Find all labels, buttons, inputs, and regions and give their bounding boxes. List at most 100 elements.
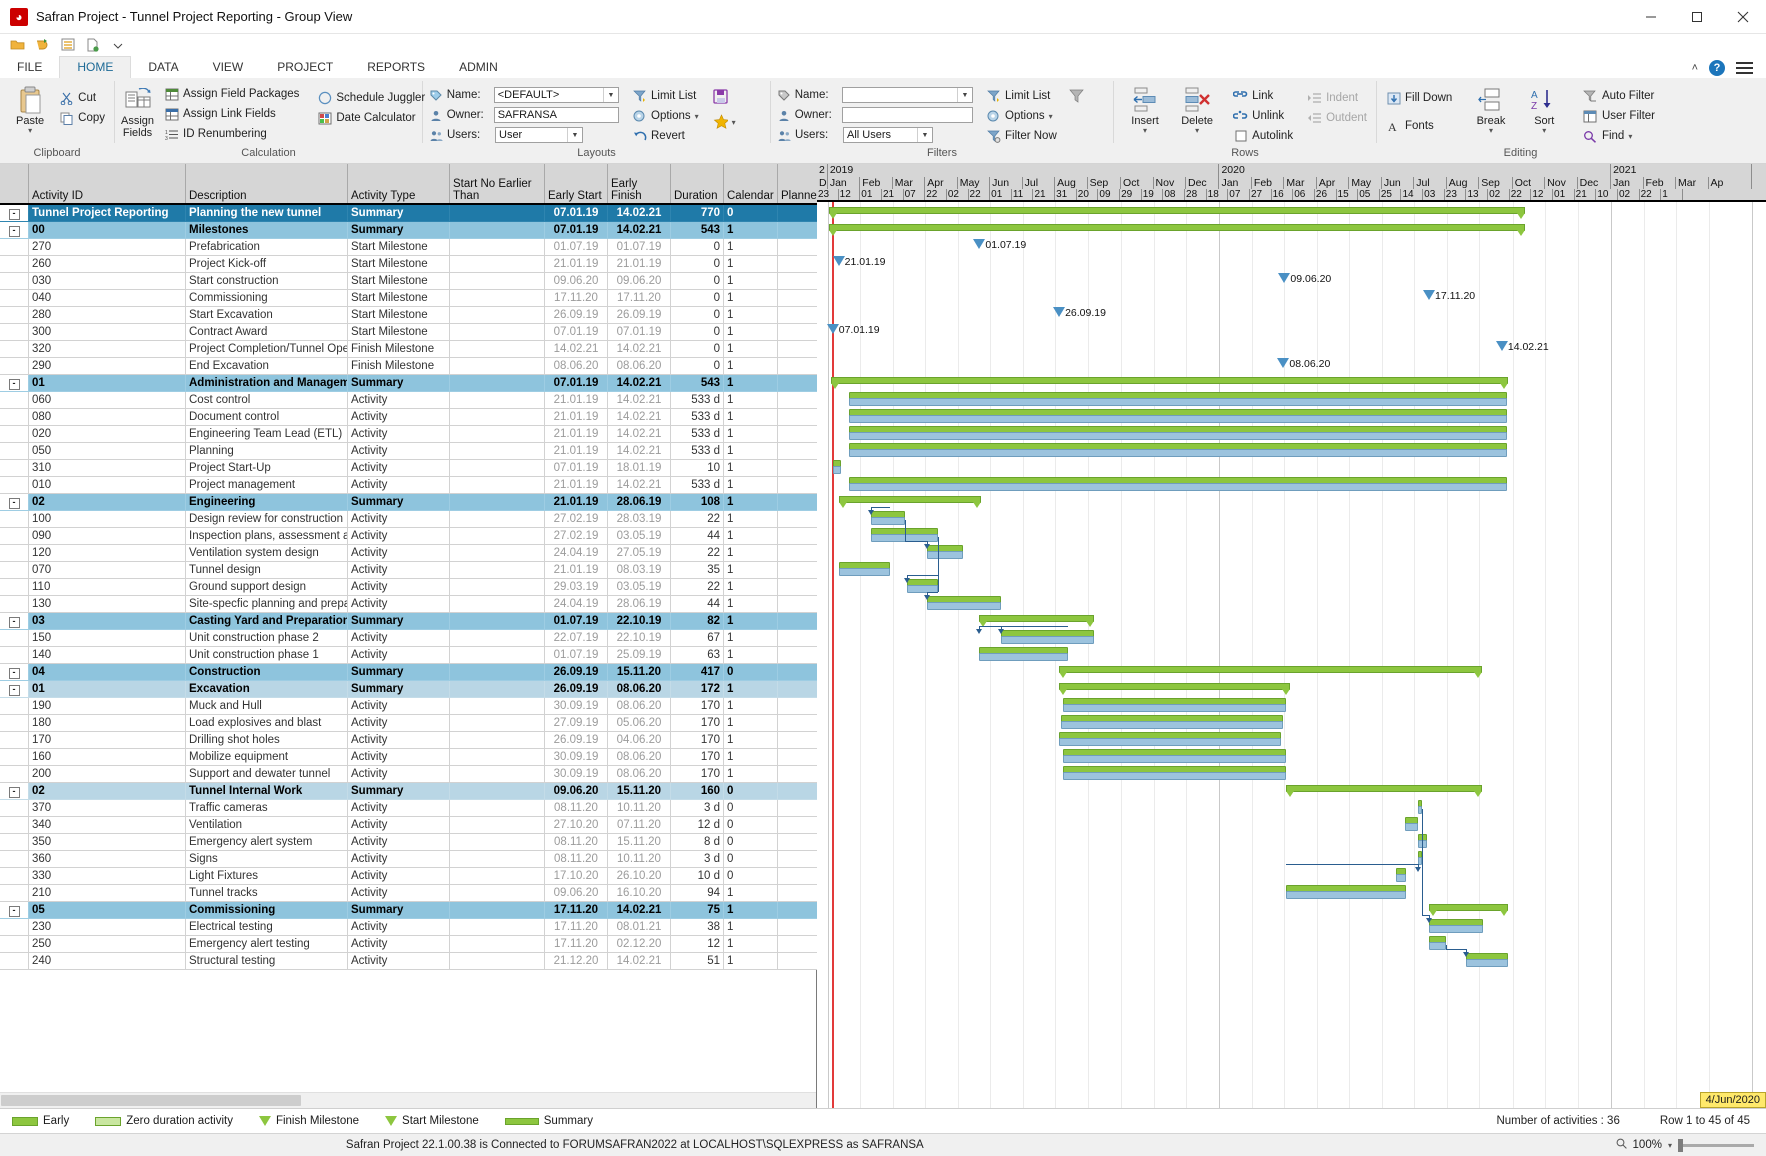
cell-activity-type[interactable]: Activity (347, 799, 450, 817)
cell-activity-id[interactable]: 240 (28, 952, 186, 970)
cell-early-start[interactable]: 24.04.19 (544, 544, 608, 562)
cell-early-finish[interactable]: 14.02.21 (607, 374, 671, 392)
cell-duration[interactable]: 533 d (670, 442, 724, 460)
cell-early-finish[interactable]: 04.06.20 (607, 731, 671, 749)
cell-activity-id[interactable]: 280 (28, 306, 186, 324)
table-row[interactable]: 110 Ground support design Activity 29.03.19… (0, 578, 860, 596)
table-row[interactable]: 250 Emergency alert testing Activity 17.11.… (0, 935, 860, 953)
gantt-milestone-marker[interactable] (832, 256, 845, 266)
cell-calendar[interactable]: 1 (723, 289, 778, 307)
cell-calendar[interactable]: 1 (723, 901, 778, 919)
cell-description[interactable]: Ventilation system design (185, 544, 348, 562)
cell-start-no-earlier-than[interactable] (449, 306, 545, 324)
cell-early-finish[interactable]: 16.10.20 (607, 884, 671, 902)
cell-activity-id[interactable]: 320 (28, 340, 186, 358)
cell-early-start[interactable]: 30.09.19 (544, 748, 608, 766)
row-expander-cell[interactable]: - (0, 782, 29, 800)
cell-early-start[interactable]: 24.04.19 (544, 595, 608, 613)
zoom-slider-handle[interactable] (1677, 1138, 1683, 1152)
cell-description[interactable]: Emergency alert system (185, 833, 348, 851)
cell-activity-id[interactable]: 350 (28, 833, 186, 851)
cell-calendar[interactable]: 1 (723, 442, 778, 460)
cell-activity-id[interactable]: 200 (28, 765, 186, 783)
table-row[interactable]: 300 Contract Award Start Milestone 07.01.19… (0, 323, 860, 341)
cell-description[interactable]: Project Completion/Tunnel Opening (185, 340, 348, 358)
cell-start-no-earlier-than[interactable] (449, 340, 545, 358)
cell-activity-type[interactable]: Activity (347, 442, 450, 460)
cell-activity-id[interactable]: 250 (28, 935, 186, 953)
cell-activity-type[interactable]: Activity (347, 714, 450, 732)
cell-duration[interactable]: 63 (670, 646, 724, 664)
cell-calendar[interactable]: 1 (723, 731, 778, 749)
gantt-milestone-marker[interactable] (973, 239, 986, 249)
row-expander-cell[interactable]: - (0, 612, 29, 630)
cell-activity-id[interactable]: 04 (28, 663, 186, 681)
cell-calendar[interactable]: 1 (723, 510, 778, 528)
delete-row-button[interactable]: Delete ▾ (1172, 83, 1222, 135)
cell-activity-id[interactable]: 02 (28, 782, 186, 800)
cell-duration[interactable]: 417 (670, 663, 724, 681)
cell-description[interactable]: Start Excavation (185, 306, 348, 324)
cell-calendar[interactable]: 1 (723, 272, 778, 290)
cell-description[interactable]: Support and dewater tunnel (185, 765, 348, 783)
cell-early-finish[interactable]: 22.10.19 (607, 612, 671, 630)
cell-early-start[interactable]: 07.01.19 (544, 459, 608, 477)
cell-early-finish[interactable]: 08.06.20 (607, 765, 671, 783)
cell-duration[interactable]: 22 (670, 544, 724, 562)
cell-calendar[interactable]: 1 (723, 357, 778, 375)
cell-start-no-earlier-than[interactable] (449, 289, 545, 307)
cell-activity-id[interactable]: 03 (28, 612, 186, 630)
cell-start-no-earlier-than[interactable] (449, 493, 545, 511)
gantt-planned-bar[interactable] (871, 517, 905, 525)
gantt-planned-bar[interactable] (927, 551, 963, 559)
cell-activity-id[interactable]: 210 (28, 884, 186, 902)
cell-early-start[interactable]: 21.01.19 (544, 425, 608, 443)
cell-start-no-earlier-than[interactable] (449, 238, 545, 256)
cell-start-no-earlier-than[interactable] (449, 646, 545, 664)
cell-activity-id[interactable]: 01 (28, 680, 186, 698)
gantt-planned-bar[interactable] (1059, 738, 1282, 746)
cell-early-start[interactable]: 26.09.19 (544, 663, 608, 681)
gantt-planned-bar[interactable] (849, 483, 1507, 491)
chevron-down-icon[interactable]: ▼ (567, 128, 582, 142)
cell-early-finish[interactable]: 14.02.21 (607, 901, 671, 919)
col-activity-id[interactable]: Activity ID (28, 164, 186, 205)
cell-early-finish[interactable]: 08.01.21 (607, 918, 671, 936)
cell-calendar[interactable]: 1 (723, 323, 778, 341)
cell-activity-id[interactable]: 370 (28, 799, 186, 817)
cell-calendar[interactable]: 1 (723, 918, 778, 936)
cell-calendar[interactable]: 1 (723, 697, 778, 715)
cell-activity-type[interactable]: Start Milestone (347, 306, 450, 324)
cell-description[interactable]: Construction (185, 663, 348, 681)
cell-calendar[interactable]: 0 (723, 816, 778, 834)
favorite-layout-button[interactable]: ▾ (710, 113, 739, 131)
collapse-toggle-icon[interactable]: - (8, 378, 20, 390)
gantt-summary-bar[interactable] (830, 377, 1508, 389)
cell-activity-type[interactable]: Activity (347, 459, 450, 477)
cell-duration[interactable]: 170 (670, 748, 724, 766)
cell-activity-id[interactable]: 270 (28, 238, 186, 256)
fill-down-button[interactable]: Fill Down (1383, 89, 1455, 107)
cell-early-start[interactable]: 22.07.19 (544, 629, 608, 647)
cell-activity-id[interactable]: 01 (28, 374, 186, 392)
cell-description[interactable]: Cost control (185, 391, 348, 409)
cell-activity-id[interactable]: 080 (28, 408, 186, 426)
cell-duration[interactable]: 12 (670, 935, 724, 953)
cell-calendar[interactable]: 0 (723, 204, 778, 222)
cell-duration[interactable]: 12 d (670, 816, 724, 834)
gantt-milestone-marker[interactable] (826, 324, 839, 334)
gantt-summary-bar[interactable] (828, 207, 1526, 219)
cell-duration[interactable]: 0 (670, 340, 724, 358)
table-row[interactable]: 330 Light Fixtures Activity 17.10.20 26.10.2… (0, 867, 860, 885)
cell-early-finish[interactable]: 21.01.19 (607, 255, 671, 273)
cell-activity-id[interactable]: 160 (28, 748, 186, 766)
cell-early-finish[interactable]: 14.02.21 (607, 391, 671, 409)
cell-early-finish[interactable]: 14.02.21 (607, 221, 671, 239)
table-row[interactable]: 240 Structural testing Activity 21.12.20 14.… (0, 952, 860, 970)
gantt-planned-bar[interactable] (1466, 959, 1508, 967)
table-row[interactable]: 360SignsActivity08.11.2010.11.203 d0625 (0, 850, 860, 868)
gantt-planned-bar[interactable] (1001, 636, 1095, 644)
table-row[interactable]: -01Administration and ManagementSummary 0… (0, 374, 860, 392)
cell-duration[interactable]: 170 (670, 731, 724, 749)
cell-early-finish[interactable]: 07.01.19 (607, 323, 671, 341)
